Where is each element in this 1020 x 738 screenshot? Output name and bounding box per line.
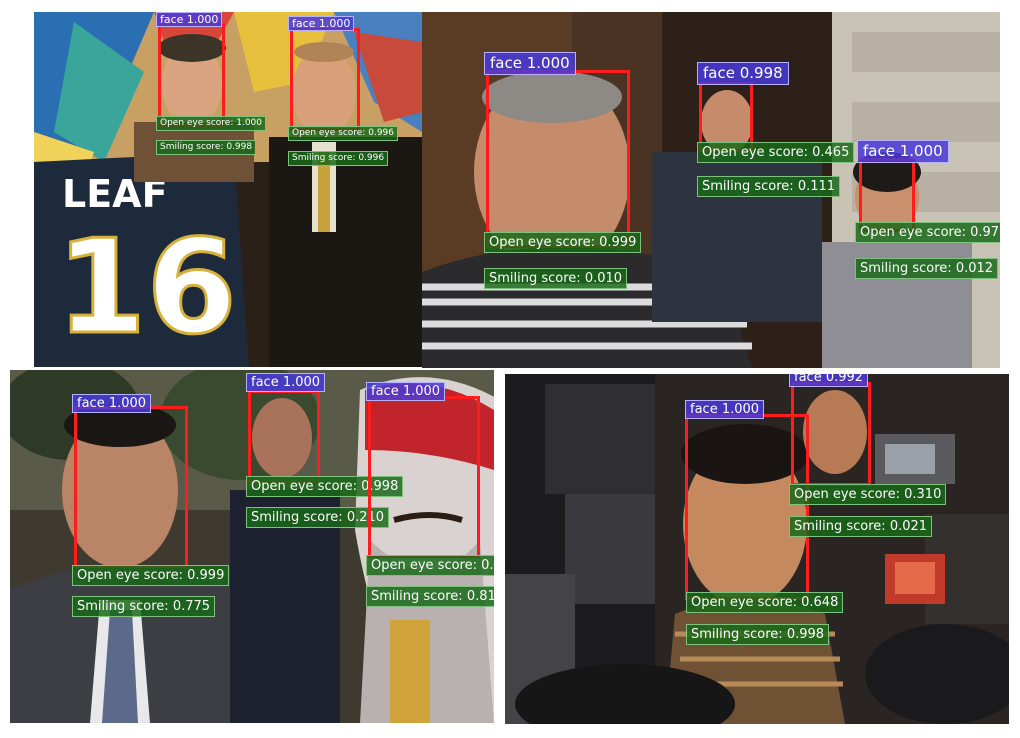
- photo-panel-4: face 1.000 Open eye score: 0.648 Smiling…: [505, 374, 1009, 724]
- face-confidence-label: face 1.000: [857, 140, 949, 163]
- open-eye-score-label: Open eye score: 1.000: [156, 116, 267, 131]
- face-bounding-box: [290, 28, 360, 131]
- open-eye-score-label: Open eye score: 0.648: [686, 592, 844, 613]
- open-eye-score-label: Open eye score: 0.979: [366, 555, 494, 576]
- face-bounding-box: [158, 24, 225, 127]
- face-bounding-box: [368, 396, 480, 558]
- face-bounding-box: [74, 406, 188, 568]
- face-confidence-label: face 1.000: [685, 400, 765, 419]
- open-eye-score-label: Open eye score: 0.999: [72, 565, 230, 586]
- jersey-number-text: 16: [56, 211, 237, 363]
- face-bounding-box: [859, 158, 915, 232]
- face-confidence-label: face 0.992: [789, 374, 869, 387]
- open-eye-score-label: Open eye score: 0.999: [484, 232, 642, 253]
- smiling-score-label: Smiling score: 0.010: [484, 268, 628, 289]
- smiling-score-label: Smiling score: 0.012: [855, 258, 999, 279]
- photo-panel-2: face 1.000 Open eye score: 0.999 Smiling…: [422, 12, 1000, 368]
- face-confidence-label: face 1.000: [246, 373, 326, 392]
- face-bounding-box: [248, 390, 320, 484]
- open-eye-score-label: Open eye score: 0.996: [288, 126, 399, 141]
- photo-panel-3: face 1.000 Open eye score: 0.999 Smiling…: [10, 370, 494, 723]
- face-confidence-label: face 0.998: [697, 62, 789, 85]
- face-confidence-label: face 1.000: [288, 16, 355, 31]
- photo-panel-1: LEAF 16 face 1.000 Open eye score: 1.000…: [34, 12, 422, 367]
- smiling-score-label: Smiling score: 0.996: [288, 151, 389, 166]
- smiling-score-label: Smiling score: 0.998: [686, 624, 830, 645]
- smiling-score-label: Smiling score: 0.775: [72, 596, 216, 617]
- open-eye-score-label: Open eye score: 0.310: [789, 484, 947, 505]
- photo-1-image: LEAF 16: [34, 12, 422, 367]
- face-bounding-box: [486, 70, 630, 248]
- face-confidence-label: face 1.000: [72, 394, 152, 413]
- smiling-score-label: Smiling score: 0.111: [697, 176, 841, 197]
- face-bounding-box: [791, 382, 871, 486]
- face-confidence-label: face 1.000: [484, 52, 576, 75]
- open-eye-score-label: Open eye score: 0.97: [855, 222, 1000, 243]
- open-eye-score-label: Open eye score: 0.465: [697, 142, 855, 163]
- smiling-score-label: Smiling score: 0.815: [366, 586, 494, 607]
- smiling-score-label: Smiling score: 0.998: [156, 140, 257, 155]
- face-confidence-label: face 1.000: [366, 382, 446, 401]
- face-confidence-label: face 1.000: [156, 12, 223, 27]
- smiling-score-label: Smiling score: 0.021: [789, 516, 933, 537]
